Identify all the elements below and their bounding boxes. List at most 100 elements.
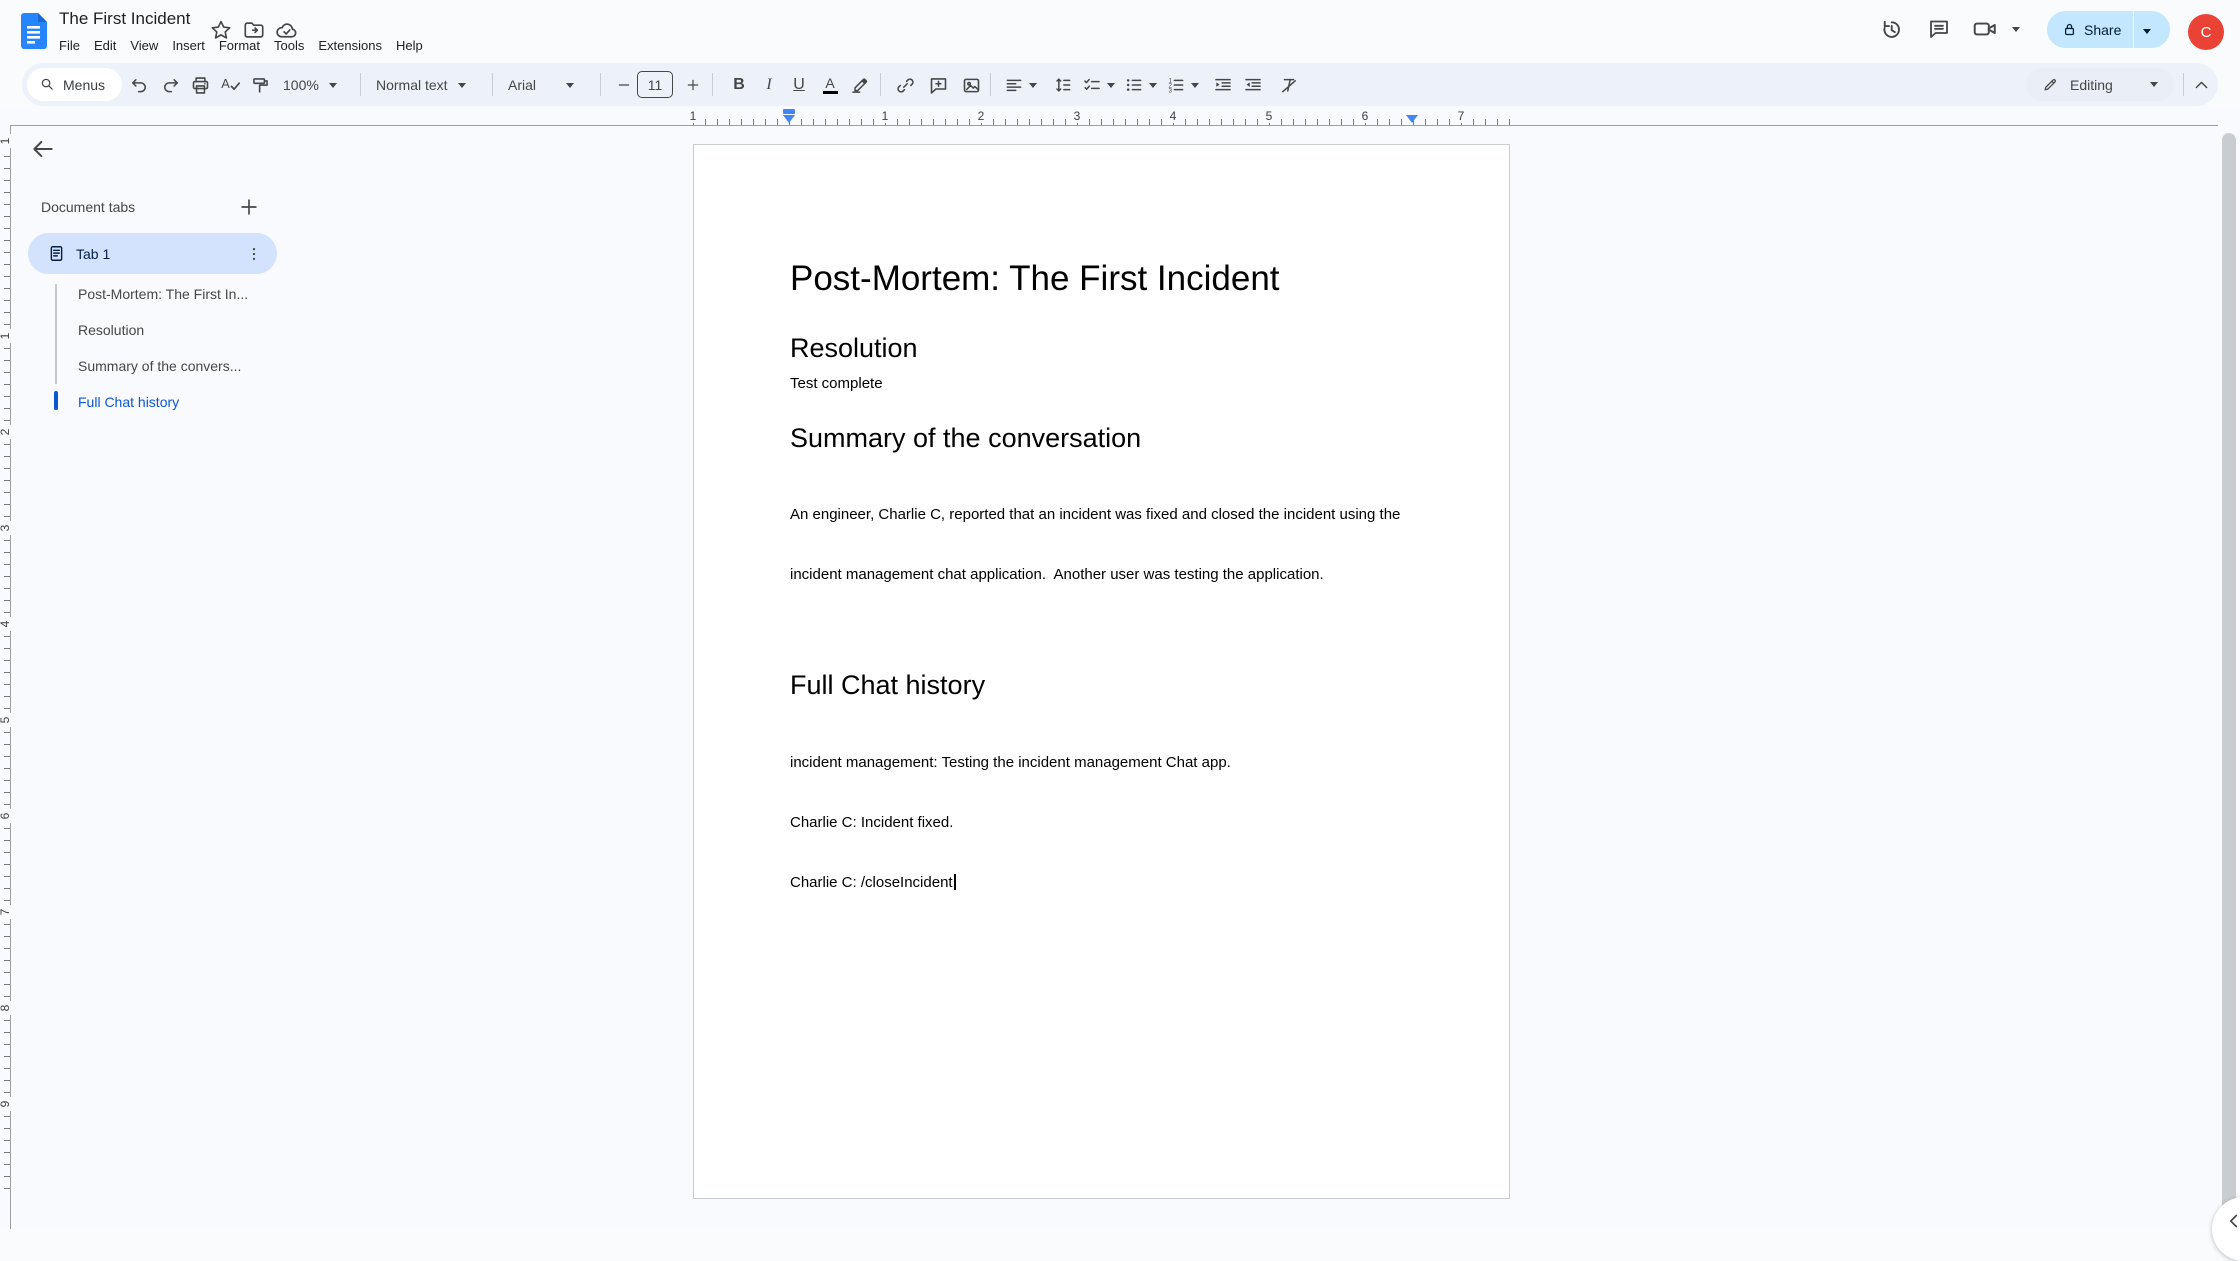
menu-file[interactable]: File bbox=[52, 36, 87, 55]
insert-link-icon[interactable] bbox=[894, 74, 916, 96]
mode-label: Editing bbox=[2070, 77, 2150, 93]
highlight-icon[interactable] bbox=[849, 74, 871, 96]
vertical-scrollbar[interactable] bbox=[2222, 133, 2236, 1229]
insert-image-icon[interactable] bbox=[960, 74, 982, 96]
ruler-baseline bbox=[10, 125, 2218, 126]
share-button[interactable]: Share bbox=[2047, 11, 2170, 48]
svg-text:3: 3 bbox=[1169, 88, 1173, 95]
menu-edit[interactable]: Edit bbox=[87, 36, 123, 55]
outline-item[interactable]: Summary of the convers... bbox=[78, 356, 288, 376]
text-color-label: A bbox=[825, 76, 834, 90]
ruler-number: 8 bbox=[0, 1001, 12, 1015]
increase-indent-icon[interactable] bbox=[1242, 74, 1264, 96]
doc-line-text: Charlie C: /closeIncident bbox=[790, 874, 953, 891]
ruler-number: 1 bbox=[685, 109, 701, 123]
ruler-number: 7 bbox=[0, 905, 12, 919]
paint-format-icon[interactable] bbox=[249, 74, 271, 96]
checklist-select[interactable] bbox=[1082, 74, 1115, 96]
doc-line: incident management chat application. An… bbox=[790, 565, 1413, 585]
font-select[interactable]: Arial bbox=[508, 74, 574, 96]
ruler-ticks bbox=[693, 119, 1511, 125]
text-color-button[interactable]: A bbox=[819, 74, 841, 96]
ruler-number: 1 bbox=[877, 109, 893, 123]
menu-extensions[interactable]: Extensions bbox=[311, 36, 389, 55]
document-title-input[interactable]: The First Incident bbox=[59, 9, 190, 29]
menu-tools[interactable]: Tools bbox=[267, 36, 311, 55]
redo-icon[interactable] bbox=[159, 74, 181, 96]
font-size-input[interactable]: 11 bbox=[637, 71, 673, 98]
outline-item[interactable]: Resolution bbox=[78, 320, 288, 340]
right-indent-marker[interactable] bbox=[1406, 115, 1418, 123]
numbered-list-icon: 123 bbox=[1166, 75, 1186, 95]
collapse-toolbar-icon[interactable] bbox=[2190, 74, 2212, 96]
document-page[interactable]: Post-Mortem: The First Incident Resoluti… bbox=[693, 144, 1510, 1199]
menu-bar: File Edit View Insert Format Tools Exten… bbox=[52, 36, 430, 55]
tab-options-kebab-icon[interactable] bbox=[245, 245, 263, 263]
ruler-vticks bbox=[4, 144, 10, 1200]
doc-heading-summary: Summary of the conversation bbox=[790, 423, 1413, 454]
doc-line: incident management: Testing the inciden… bbox=[790, 753, 1413, 773]
version-history-icon[interactable] bbox=[1876, 14, 1906, 44]
ruler-number: 2 bbox=[973, 109, 989, 123]
video-call-caret-icon[interactable] bbox=[2008, 14, 2024, 44]
video-call-icon[interactable] bbox=[1970, 14, 2000, 44]
text-color-bar bbox=[823, 91, 838, 95]
add-comment-icon[interactable] bbox=[927, 74, 949, 96]
toolbar-divider bbox=[2183, 73, 2184, 96]
menu-insert[interactable]: Insert bbox=[165, 36, 212, 55]
ruler-number: 1 bbox=[0, 134, 12, 148]
app-header: The First Incident File Edit View Insert… bbox=[0, 0, 2240, 63]
menu-format[interactable]: Format bbox=[212, 36, 267, 55]
zoom-select[interactable]: 100% bbox=[283, 74, 337, 96]
vertical-ruler: 1 1 2 3 4 5 6 7 8 9 bbox=[0, 108, 12, 1229]
paragraph-style-select[interactable]: Normal text bbox=[376, 74, 466, 96]
doc-line: Charlie C: Incident fixed. bbox=[790, 813, 1413, 833]
ruler-number: 5 bbox=[0, 713, 12, 727]
menu-help[interactable]: Help bbox=[389, 36, 430, 55]
line-spacing-icon[interactable] bbox=[1052, 74, 1074, 96]
add-tab-button[interactable] bbox=[238, 196, 260, 218]
docs-logo-icon[interactable] bbox=[21, 13, 47, 49]
undo-icon[interactable] bbox=[128, 74, 150, 96]
doc-paragraph: An engineer, Charlie C, reported that an… bbox=[790, 465, 1413, 625]
ruler-number: 1 bbox=[0, 329, 12, 343]
doc-heading-chat: Full Chat history bbox=[790, 670, 1413, 701]
font-size-decrease-icon[interactable] bbox=[613, 74, 635, 96]
outline-rail bbox=[55, 284, 57, 384]
decrease-indent-icon[interactable] bbox=[1212, 74, 1234, 96]
ruler-number: 3 bbox=[1069, 109, 1085, 123]
text-cursor bbox=[954, 874, 956, 890]
avatar-letter: C bbox=[2201, 24, 2212, 41]
outline-item-active[interactable]: Full Chat history bbox=[78, 392, 288, 412]
italic-label: I bbox=[766, 76, 771, 94]
numbered-list-select[interactable]: 123 bbox=[1166, 74, 1199, 96]
tab-item[interactable]: Tab 1 bbox=[28, 233, 277, 274]
ruler-number: 4 bbox=[1165, 109, 1181, 123]
left-indent-marker[interactable] bbox=[783, 115, 795, 123]
bulleted-list-select[interactable] bbox=[1124, 74, 1157, 96]
clear-formatting-icon[interactable] bbox=[1278, 74, 1300, 96]
ruler-number: 6 bbox=[0, 809, 12, 823]
comments-icon[interactable] bbox=[1924, 14, 1954, 44]
ruler-number: 2 bbox=[0, 425, 12, 439]
first-line-indent-marker[interactable] bbox=[783, 109, 795, 114]
document-tabs-title: Document tabs bbox=[41, 199, 135, 215]
back-button[interactable] bbox=[30, 136, 56, 162]
bold-button[interactable]: B bbox=[728, 74, 750, 96]
ruler-number: 5 bbox=[1261, 109, 1277, 123]
outline-active-indicator bbox=[54, 391, 58, 410]
avatar[interactable]: C bbox=[2188, 14, 2224, 50]
print-icon[interactable] bbox=[189, 74, 211, 96]
spellcheck-icon[interactable]: A bbox=[219, 74, 241, 96]
mode-select[interactable]: Editing bbox=[2026, 68, 2174, 101]
align-left-icon bbox=[1004, 75, 1024, 95]
toolbar-divider bbox=[360, 73, 361, 96]
outline-item[interactable]: Post-Mortem: The First In... bbox=[78, 284, 288, 304]
italic-button[interactable]: I bbox=[758, 74, 780, 96]
menu-view[interactable]: View bbox=[123, 36, 165, 55]
menus-search-button[interactable]: Menus bbox=[27, 68, 122, 101]
underline-button[interactable]: U bbox=[788, 74, 810, 96]
font-size-increase-icon[interactable] bbox=[682, 74, 704, 96]
align-select[interactable] bbox=[1004, 74, 1037, 96]
share-caret-icon[interactable] bbox=[2143, 21, 2151, 39]
